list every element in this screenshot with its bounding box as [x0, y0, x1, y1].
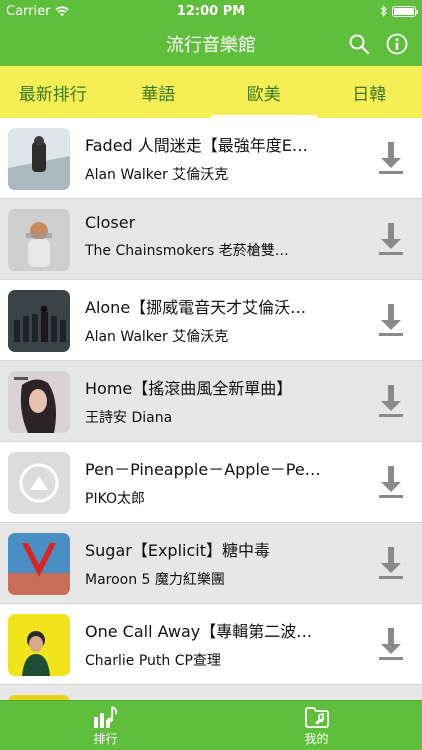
- song-artist: Alan Walker 艾倫沃克: [85, 167, 229, 183]
- list-item[interactable]: Pen－Pineapple－Apple－Pe… PIKO太郎: [0, 442, 422, 523]
- list-item-partial[interactable]: [0, 685, 422, 700]
- song-artist: Charlie Puth CP查理: [85, 653, 221, 669]
- tab-western[interactable]: 歐美: [211, 66, 317, 118]
- song-title: Home【搖滾曲風全新單曲】: [85, 379, 293, 398]
- battery-icon: [392, 5, 418, 17]
- song-text: Sugar【Explicit】糖中毒 Maroon 5 魔力紅樂團: [85, 537, 335, 589]
- album-cover: [8, 533, 70, 595]
- album-cover: [8, 290, 70, 352]
- album-cover: [8, 209, 70, 271]
- list-item[interactable]: Faded 人間迷走【最強年度E… Alan Walker 艾倫沃克: [0, 118, 422, 199]
- tab-latest-chart[interactable]: 最新排行: [0, 66, 106, 118]
- tab-japanese-korean[interactable]: 日韓: [317, 66, 422, 118]
- list-item[interactable]: One Call Away【專輯第二波… Charlie Puth CP查理: [0, 604, 422, 685]
- page-title: 流行音樂館: [166, 35, 256, 56]
- status-right: [380, 5, 418, 17]
- download-icon[interactable]: [378, 545, 404, 581]
- song-text: Faded 人間迷走【最強年度E… Alan Walker 艾倫沃克: [85, 132, 335, 184]
- tab-label: 排行: [93, 731, 118, 746]
- album-cover: [8, 128, 70, 190]
- song-text: Pen－Pineapple－Apple－Pe… PIKO太郎: [85, 456, 335, 508]
- song-text: Closer The Chainsmokers 老菸槍雙…: [85, 213, 335, 260]
- song-title: Sugar【Explicit】糖中毒: [85, 541, 270, 560]
- music-folder-icon: [304, 706, 329, 728]
- song-title: Closer: [85, 213, 136, 232]
- download-icon[interactable]: [378, 626, 404, 662]
- song-artist: The Chainsmokers 老菸槍雙…: [85, 243, 289, 259]
- song-title: Pen－Pineapple－Apple－Pe…: [85, 460, 321, 479]
- tab-label: 歐美: [246, 84, 281, 105]
- song-artist: Alan Walker 艾倫沃克: [85, 329, 229, 345]
- song-title: Faded 人間迷走【最強年度E…: [85, 136, 308, 155]
- download-icon[interactable]: [378, 383, 404, 419]
- song-title: One Call Away【專輯第二波…: [85, 622, 313, 641]
- song-list[interactable]: Faded 人間迷走【最強年度E… Alan Walker 艾倫沃克 Close…: [0, 118, 422, 700]
- download-icon[interactable]: [378, 221, 404, 257]
- song-text: Alone【挪威電音天才艾倫沃… Alan Walker 艾倫沃克: [85, 294, 335, 346]
- chart-music-icon: [93, 705, 117, 728]
- album-cover: [8, 371, 70, 433]
- download-icon[interactable]: [378, 464, 404, 500]
- tab-label: 我的: [304, 731, 329, 746]
- tab-label: 華語: [141, 84, 176, 105]
- list-item[interactable]: Sugar【Explicit】糖中毒 Maroon 5 魔力紅樂團: [0, 523, 422, 604]
- status-bar: Carrier 12:00 PM: [0, 0, 422, 22]
- song-artist: 王詩安 Diana: [85, 410, 173, 426]
- wifi-icon: [55, 5, 70, 16]
- tab-mandarin[interactable]: 華語: [106, 66, 212, 118]
- download-icon[interactable]: [378, 140, 404, 176]
- download-icon[interactable]: [378, 302, 404, 338]
- bluetooth-icon: [380, 5, 387, 17]
- album-cover-placeholder: [8, 452, 70, 514]
- category-tabs: 最新排行 華語 歐美 日韓: [0, 66, 422, 118]
- tab-label: 日韓: [352, 84, 387, 105]
- status-left: Carrier: [6, 3, 70, 19]
- tab-charts[interactable]: 排行: [0, 701, 211, 750]
- carrier-label: Carrier: [6, 3, 51, 19]
- song-text: Home【搖滾曲風全新單曲】 王詩安 Diana: [85, 375, 335, 427]
- nav-bar: 流行音樂館: [0, 22, 422, 66]
- song-title: Alone【挪威電音天才艾倫沃…: [85, 298, 307, 317]
- info-icon[interactable]: [386, 33, 408, 55]
- song-artist: PIKO太郎: [85, 491, 146, 507]
- tab-label: 最新排行: [18, 84, 87, 105]
- list-item[interactable]: Home【搖滾曲風全新單曲】 王詩安 Diana: [0, 361, 422, 442]
- list-item[interactable]: Alone【挪威電音天才艾倫沃… Alan Walker 艾倫沃克: [0, 280, 422, 361]
- album-cover: [8, 614, 70, 676]
- song-artist: Maroon 5 魔力紅樂團: [85, 572, 225, 588]
- tab-mine[interactable]: 我的: [211, 701, 422, 750]
- search-icon[interactable]: [348, 33, 370, 55]
- song-text: One Call Away【專輯第二波… Charlie Puth CP查理: [85, 618, 335, 670]
- bottom-tab-bar: 排行 我的: [0, 700, 422, 750]
- list-item[interactable]: Closer The Chainsmokers 老菸槍雙…: [0, 199, 422, 280]
